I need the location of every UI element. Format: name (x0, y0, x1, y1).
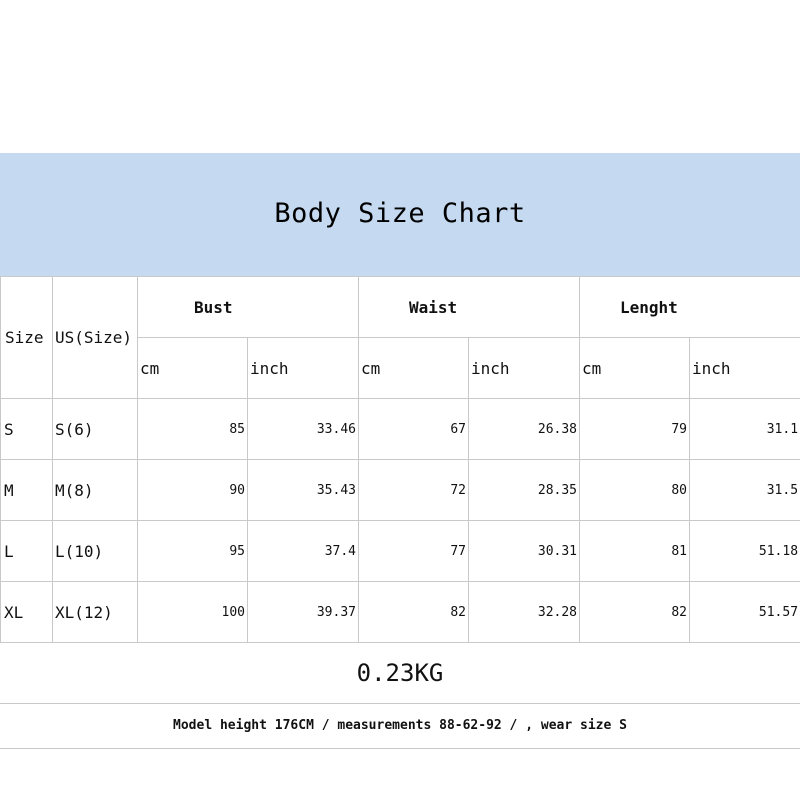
bust-inch-cell: 35.43 (247, 459, 359, 521)
unit-header: cm (358, 337, 469, 399)
waist-cm-cell: 82 (358, 581, 469, 643)
length-inch-cell: 51.57 (689, 581, 800, 643)
size-chart-table: Size US(Size) Bust Waist Lenght cm inch … (0, 276, 800, 643)
waist-inch-cell: 32.28 (467, 581, 581, 643)
waist-cm-cell: 67 (358, 398, 469, 460)
model-note-row: Model height 176CM / measurements 88-62-… (0, 703, 800, 749)
us-size-cell: S(6) (52, 398, 138, 460)
table-row: L L(10) 95 37.4 77 30.31 81 51.18 (0, 520, 800, 582)
waist-label: Waist (409, 297, 458, 317)
length-cm-cell: 82 (579, 581, 691, 643)
unit-header: inch (247, 337, 359, 399)
header-row-groups: Size US(Size) Bust Waist Lenght (0, 276, 800, 399)
size-column-header: Size (0, 276, 53, 399)
length-inch-cell: 31.5 (689, 459, 800, 521)
us-size-cell: M(8) (52, 459, 138, 521)
bust-cm-cell: 90 (137, 459, 248, 521)
table-row: XL XL(12) 100 39.37 82 32.28 82 51.57 (0, 581, 800, 643)
model-note: Model height 176CM / measurements 88-62-… (173, 718, 627, 733)
bust-label: Bust (194, 297, 233, 317)
size-cell: M (0, 459, 53, 521)
waist-cm-cell: 72 (358, 459, 469, 521)
length-cm-cell: 81 (579, 520, 691, 582)
us-size-cell: L(10) (52, 520, 138, 582)
bust-inch-cell: 37.4 (247, 520, 359, 582)
length-inch-cell: 31.1 (689, 398, 800, 460)
length-inch-cell: 51.18 (689, 520, 800, 582)
unit-header: cm (579, 337, 691, 399)
waist-inch-cell: 26.38 (467, 398, 581, 460)
bust-group-header: Bust (137, 276, 359, 338)
unit-header: inch (689, 337, 800, 399)
length-label: Lenght (620, 297, 678, 317)
weight-row: 0.23KG (0, 642, 800, 704)
us-size-cell: XL(12) (52, 581, 138, 643)
unit-header: inch (467, 337, 581, 399)
bust-cm-cell: 85 (137, 398, 248, 460)
table-row: M M(8) 90 35.43 72 28.35 80 31.5 (0, 459, 800, 521)
title-banner: Body Size Chart (0, 153, 800, 276)
size-cell: XL (0, 581, 53, 643)
bust-inch-cell: 39.37 (247, 581, 359, 643)
length-cm-cell: 80 (579, 459, 691, 521)
us-size-column-header: US(Size) (52, 276, 138, 399)
size-cell: S (0, 398, 53, 460)
waist-inch-cell: 30.31 (467, 520, 581, 582)
bust-cm-cell: 95 (137, 520, 248, 582)
table-row: S S(6) 85 33.46 67 26.38 79 31.1 (0, 398, 800, 460)
page-title: Body Size Chart (274, 197, 526, 229)
unit-header: cm (137, 337, 248, 399)
length-group-header: Lenght (579, 276, 800, 338)
length-cm-cell: 79 (579, 398, 691, 460)
bust-cm-cell: 100 (137, 581, 248, 643)
waist-group-header: Waist (357, 276, 581, 338)
bust-inch-cell: 33.46 (247, 398, 359, 460)
waist-inch-cell: 28.35 (467, 459, 581, 521)
weight-value: 0.23KG (356, 659, 444, 687)
waist-cm-cell: 77 (358, 520, 469, 582)
size-cell: L (0, 520, 53, 582)
